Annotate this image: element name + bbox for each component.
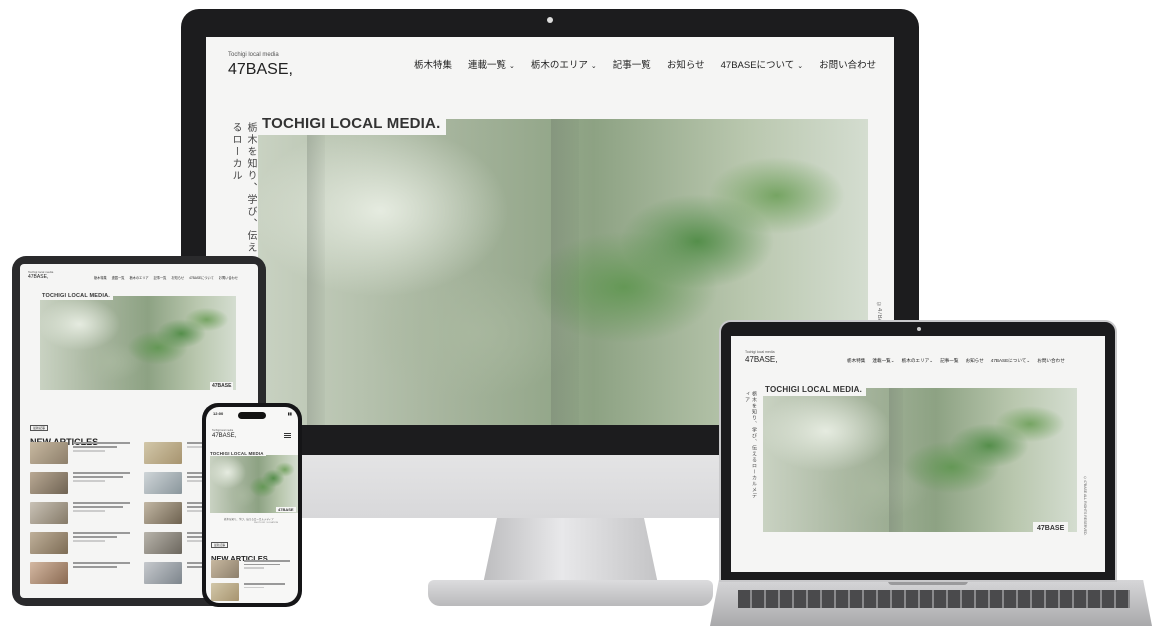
article-card[interactable] [211,583,295,601]
site-tagline: Tochigi local media [212,429,234,432]
nav-item-series[interactable]: 連載一覧⌄ [872,358,894,364]
main-nav: 栃木特集 連載一覧⌄ 栃木のエリア⌄ 記事一覧 お知らせ 47BASEについて⌄… [847,358,1065,364]
nav-item-feature[interactable]: 栃木特集 [94,275,107,280]
hero-badge: 47BASE [276,507,296,512]
hero-vertical-copy: 栃木を知り、学び、伝えるローカルメディア [744,391,757,499]
articles-section: 最新記事 NEW ARTICLES [211,533,268,563]
nav-item-contact[interactable]: お問い合わせ [819,57,876,71]
nav-item-news[interactable]: お知らせ [667,57,705,71]
nav-item-contact[interactable]: お問い合わせ [219,275,238,280]
hero-image [40,296,236,390]
article-card[interactable] [30,502,136,524]
signal-battery-icon: ▮▮ [287,411,292,416]
hero-title: TOCHIGI LOCAL MEDIA. [258,111,447,135]
site-tagline: Tochigi local media [745,350,775,354]
hero-image [210,455,298,513]
hero-image [763,388,1077,532]
hero-title: TOCHIGI LOCAL MEDIA. [763,383,867,396]
photo-credit: PHOTO BY / LOCATION [254,522,279,524]
nav-item-articles[interactable]: 記事一覧 [154,275,167,280]
status-time: 12:00 [213,411,224,416]
imac-stand-base [428,580,713,606]
dynamic-island [238,412,266,419]
site-logo[interactable]: 47BASE, [212,433,236,439]
hero-title: TOCHIGI LOCAL MEDIA. [40,292,113,300]
nav-item-contact[interactable]: お問い合わせ [1037,358,1065,364]
nav-item-about[interactable]: 47BASEについて [189,275,214,280]
hero-vertical-copy: 栃木を知り、学び、伝えるローカル [230,122,256,254]
hero-title: TOCHIGI LOCAL MEDIA [208,451,266,456]
laptop-screen: Tochigi local media 47BASE, 栃木特集 連載一覧⌄ 栃… [731,336,1105,572]
article-card[interactable] [30,472,136,494]
article-list [211,560,295,601]
article-card[interactable] [30,562,136,584]
chevron-down-icon: ⌄ [590,63,597,70]
camera-icon [917,327,921,331]
hero-badge: 47BASE [1033,522,1069,535]
nav-item-news[interactable]: お知らせ [171,275,184,280]
nav-item-series[interactable]: 連載一覧 [112,275,125,280]
article-card[interactable] [30,532,136,554]
nav-item-articles[interactable]: 記事一覧 [613,57,651,71]
site-logo[interactable]: 47BASE, [28,274,48,280]
article-card[interactable] [211,560,295,578]
site-tagline: Tochigi local media [228,52,279,58]
section-tag: 最新記事 [30,425,49,431]
copyright: ©47BASE ALL RIGHTS RESERVED. [1083,476,1087,536]
nav-item-feature[interactable]: 栃木特集 [414,57,452,71]
nav-item-about[interactable]: 47BASEについて⌄ [991,358,1030,364]
section-tag: 最新記事 [211,542,229,548]
hamburger-menu-icon[interactable] [284,433,291,438]
nav-item-areas[interactable]: 栃木のエリア⌄ [531,57,597,71]
nav-item-series[interactable]: 連載一覧⌄ [468,57,515,71]
camera-icon [547,17,553,23]
chevron-down-icon: ⌄ [797,63,804,70]
laptop-keyboard [738,590,1130,608]
laptop-lid: Tochigi local media 47BASE, 栃木特集 連載一覧⌄ 栃… [719,320,1117,582]
main-nav: 栃木特集 連載一覧⌄ 栃木のエリア⌄ 記事一覧 お知らせ 47BASEについて⌄… [414,57,876,71]
imac-stand-neck [483,518,658,584]
nav-item-feature[interactable]: 栃木特集 [847,358,865,364]
nav-item-areas[interactable]: 栃木のエリア⌄ [902,358,933,364]
nav-item-areas[interactable]: 栃木のエリア [130,275,149,280]
phone-screen: 12:00 ▮▮ Tochigi local media 47BASE, TOC… [206,407,298,603]
nav-item-news[interactable]: お知らせ [965,358,983,364]
hero-tagline: 栃木を知り、学び、伝えるローカルメディア [224,518,274,521]
site-logo[interactable]: 47BASE, [228,61,293,79]
main-nav: 栃木特集 連載一覧 栃木のエリア 記事一覧 お知らせ 47BASEについて お問… [94,275,238,280]
site-logo[interactable]: 47BASE, [745,355,777,364]
article-card[interactable] [30,442,136,464]
nav-item-about[interactable]: 47BASEについて⌄ [721,57,804,71]
device-mockup-stage: Tochigi local media 47BASE, 栃木特集 連載一覧 ⌄ 栃… [0,0,1153,628]
phone-bezel: 12:00 ▮▮ Tochigi local media 47BASE, TOC… [202,403,302,607]
nav-item-articles[interactable]: 記事一覧 [940,358,958,364]
chevron-down-icon: ⌄ [509,63,515,70]
hero-badge: 47BASE [210,382,234,390]
